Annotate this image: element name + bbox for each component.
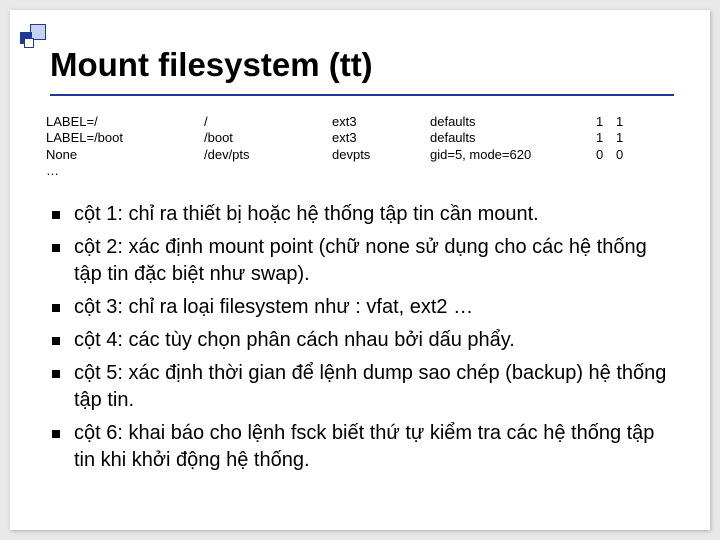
- corner-squares-icon: [20, 24, 80, 48]
- cell-options: gid=5, mode=620: [430, 147, 596, 163]
- cell-pass: 1: [616, 114, 636, 130]
- cell-pass: 1: [616, 130, 636, 146]
- cell-dump: [596, 163, 616, 179]
- table-row: LABEL=/ / ext3 defaults 1 1: [46, 114, 674, 130]
- bullet-list: cột 1: chỉ ra thiết bị hoặc hệ thống tập…: [46, 201, 674, 474]
- cell-fstype: devpts: [332, 147, 430, 163]
- list-item: cột 6: khai báo cho lệnh fsck biết thứ t…: [46, 420, 674, 474]
- cell-dump: 1: [596, 130, 616, 146]
- table-row: None /dev/pts devpts gid=5, mode=620 0 0: [46, 147, 674, 163]
- cell-options: defaults: [430, 130, 596, 146]
- cell-dump: 0: [596, 147, 616, 163]
- list-item: cột 5: xác định thời gian để lệnh dump s…: [46, 360, 674, 414]
- cell-fstype: ext3: [332, 114, 430, 130]
- cell-device: None: [46, 147, 204, 163]
- cell-options: [430, 163, 596, 179]
- cell-fstype: [332, 163, 430, 179]
- cell-mount: /: [204, 114, 332, 130]
- cell-device: LABEL=/: [46, 114, 204, 130]
- list-item: cột 2: xác định mount point (chữ none sử…: [46, 234, 674, 288]
- cell-device: LABEL=/boot: [46, 130, 204, 146]
- cell-mount: /boot: [204, 130, 332, 146]
- cell-options: defaults: [430, 114, 596, 130]
- list-item: cột 4: các tùy chọn phân cách nhau bởi d…: [46, 327, 674, 354]
- cell-dump: 1: [596, 114, 616, 130]
- table-row: …: [46, 163, 674, 179]
- cell-pass: [616, 163, 636, 179]
- cell-fstype: ext3: [332, 130, 430, 146]
- cell-mount: /dev/pts: [204, 147, 332, 163]
- cell-mount: [204, 163, 332, 179]
- cell-pass: 0: [616, 147, 636, 163]
- list-item: cột 3: chỉ ra loại filesystem như : vfat…: [46, 294, 674, 321]
- list-item: cột 1: chỉ ra thiết bị hoặc hệ thống tập…: [46, 201, 674, 228]
- cell-device: …: [46, 163, 204, 179]
- fstab-table: LABEL=/ / ext3 defaults 1 1 LABEL=/boot …: [46, 114, 674, 179]
- slide: Mount filesystem (tt) LABEL=/ / ext3 def…: [10, 10, 710, 530]
- table-row: LABEL=/boot /boot ext3 defaults 1 1: [46, 130, 674, 146]
- slide-title: Mount filesystem (tt): [50, 46, 674, 96]
